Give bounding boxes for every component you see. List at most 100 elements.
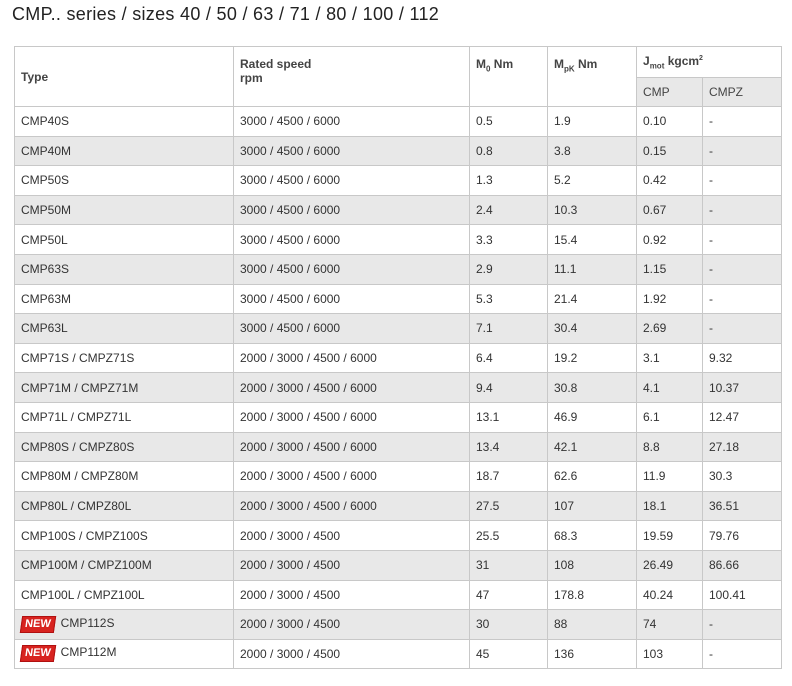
- cell-type-text: CMP63L: [21, 321, 68, 336]
- cell-type-text: CMP71L / CMPZ71L: [21, 410, 132, 425]
- cell-j-cmp: 4.1: [636, 372, 703, 403]
- cell-type-text: CMP63S: [21, 262, 70, 277]
- cell-j-cmpz-text: 30.3: [709, 469, 733, 484]
- table-row: CMP71L / CMPZ71L 2000 / 3000 / 4500 / 600…: [14, 401, 783, 433]
- cell-mpk: 19.2: [547, 342, 637, 374]
- cell-mpk-text: 68.3: [554, 528, 578, 543]
- cell-m0-text: 9.4: [476, 380, 493, 395]
- table-row: NEW CMP112M 2000 / 3000 / 4500 45 136 103 -: [14, 638, 783, 670]
- cell-type: CMP50S: [14, 165, 234, 196]
- cell-j-cmp-text: 4.1: [643, 380, 660, 395]
- cell-mpk-text: 11.1: [554, 262, 577, 277]
- cell-m0: 31: [469, 549, 548, 581]
- cell-mpk: 107: [547, 490, 637, 522]
- cell-j-cmpz: -: [701, 609, 783, 640]
- table-row: CMP40M 3000 / 4500 / 6000 0.8 3.8 0.15 -: [14, 135, 783, 167]
- cell-j-cmp: 103: [636, 638, 703, 670]
- cell-rated-speed-text: 3000 / 4500 / 6000: [240, 143, 341, 158]
- cell-j-cmpz: -: [701, 313, 783, 344]
- cell-mpk: 88: [547, 609, 637, 640]
- table-row: CMP63L 3000 / 4500 / 6000 7.1 30.4 2.69 -: [14, 313, 783, 344]
- cell-m0: 3.3: [469, 224, 548, 255]
- cell-m0-text: 47: [476, 587, 490, 602]
- cell-j-cmpz-text: -: [709, 232, 713, 247]
- cell-m0-text: 6.4: [476, 351, 493, 366]
- cell-m0: 1.3: [469, 165, 548, 196]
- cell-rated-speed-text: 3000 / 4500 / 6000: [240, 203, 341, 218]
- cell-rated-speed: 2000 / 3000 / 4500: [233, 638, 470, 670]
- cell-type: CMP63S: [14, 253, 234, 285]
- cell-j-cmpz-text: -: [709, 617, 713, 632]
- cell-m0: 13.4: [469, 431, 548, 463]
- cell-rated-speed: 3000 / 4500 / 6000: [233, 135, 470, 167]
- cell-mpk: 108: [547, 549, 637, 581]
- cell-m0-text: 30: [476, 617, 490, 632]
- cell-rated-speed: 2000 / 3000 / 4500 / 6000: [233, 461, 470, 492]
- cell-j-cmp-text: 0.67: [643, 203, 667, 218]
- page-title: CMP.. series / sizes 40 / 50 / 63 / 71 /…: [12, 4, 440, 24]
- cell-m0-text: 1.3: [476, 173, 493, 188]
- cell-m0: 9.4: [469, 372, 548, 403]
- cell-j-cmpz: -: [701, 283, 783, 315]
- cell-mpk-text: 3.8: [554, 143, 571, 158]
- cell-j-cmp: 1.92: [636, 283, 703, 315]
- cell-j-cmp: 8.8: [636, 431, 703, 463]
- cell-m0: 47: [469, 579, 548, 611]
- cell-rated-speed: 2000 / 3000 / 4500 / 6000: [233, 372, 470, 403]
- cell-rated-speed-text: 2000 / 3000 / 4500 / 6000: [240, 380, 377, 395]
- cell-j-cmp-text: 18.1: [643, 499, 667, 514]
- cell-j-cmpz: 10.37: [701, 372, 783, 403]
- cell-m0-text: 0.5: [476, 114, 493, 129]
- cell-rated-speed-text: 2000 / 3000 / 4500 / 6000: [240, 499, 377, 514]
- cell-j-cmp-text: 1.92: [643, 291, 667, 306]
- cell-j-cmp: 0.10: [636, 106, 703, 137]
- new-badge: NEW: [19, 645, 56, 663]
- cell-j-cmpz: 36.51: [701, 490, 783, 522]
- cell-mpk-text: 1.9: [554, 114, 571, 129]
- cell-j-cmp: 1.15: [636, 253, 703, 285]
- cell-mpk-text: 107: [554, 499, 575, 514]
- cell-mpk-text: 108: [554, 558, 575, 573]
- cell-rated-speed-text: 3000 / 4500 / 6000: [240, 291, 341, 306]
- table-row: CMP71M / CMPZ71M 2000 / 3000 / 4500 / 600…: [14, 372, 783, 403]
- cell-type: CMP100M / CMPZ100M: [14, 549, 234, 581]
- cell-rated-speed: 3000 / 4500 / 6000: [233, 283, 470, 315]
- cell-mpk-text: 5.2: [554, 173, 571, 188]
- cell-m0: 7.1: [469, 313, 548, 344]
- cell-j-cmp: 2.69: [636, 313, 703, 344]
- cell-j-cmp: 19.59: [636, 520, 703, 551]
- cell-j-cmpz-text: 12.47: [709, 410, 740, 425]
- cell-mpk: 136: [547, 638, 637, 670]
- table-row: CMP63S 3000 / 4500 / 6000 2.9 11.1 1.15 -: [14, 253, 783, 285]
- cell-type-text: CMP112M: [60, 645, 117, 660]
- table-row: CMP50L 3000 / 4500 / 6000 3.3 15.4 0.92 -: [14, 224, 783, 255]
- cell-rated-speed: 3000 / 4500 / 6000: [233, 313, 470, 344]
- cell-j-cmp-text: 0.15: [643, 143, 667, 158]
- cell-mpk: 178.8: [547, 579, 637, 611]
- cell-m0-text: 27.5: [476, 499, 500, 514]
- cell-rated-speed-text: 2000 / 3000 / 4500 / 6000: [240, 410, 377, 425]
- cell-m0-text: 3.3: [476, 232, 493, 247]
- cell-j-cmp: 40.24: [636, 579, 703, 611]
- cell-m0-text: 18.7: [476, 469, 500, 484]
- cell-type: NEW CMP112M: [14, 638, 234, 670]
- cell-mpk-text: 10.3: [554, 203, 578, 218]
- cell-j-cmpz-text: 36.51: [709, 499, 740, 514]
- cell-j-cmp: 74: [636, 609, 703, 640]
- cell-mpk-text: 42.1: [554, 439, 578, 454]
- cell-mpk: 21.4: [547, 283, 637, 315]
- cell-j-cmpz-text: 100.41: [709, 587, 746, 602]
- cell-j-cmp-text: 103: [643, 646, 664, 661]
- cell-type: CMP80S / CMPZ80S: [14, 431, 234, 463]
- cell-m0-text: 45: [476, 646, 490, 661]
- table-row: CMP63M 3000 / 4500 / 6000 5.3 21.4 1.92 -: [14, 283, 783, 315]
- cell-type: CMP40M: [14, 135, 234, 167]
- cell-m0: 30: [469, 609, 548, 640]
- cell-mpk: 30.4: [547, 313, 637, 344]
- cell-mpk-text: 46.9: [554, 410, 578, 425]
- header-type: Type: [14, 46, 234, 107]
- table-row: CMP100L / CMPZ100L 2000 / 3000 / 4500 47 17…: [14, 579, 783, 611]
- table-row: CMP40S 3000 / 4500 / 6000 0.5 1.9 0.10 -: [14, 106, 783, 137]
- cell-rated-speed-text: 2000 / 3000 / 4500: [240, 528, 341, 543]
- cell-type-text: CMP100M / CMPZ100M: [21, 558, 152, 573]
